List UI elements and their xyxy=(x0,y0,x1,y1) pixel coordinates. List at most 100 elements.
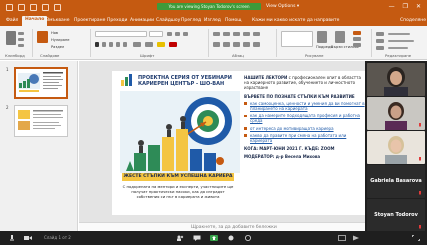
underline-icon[interactable] xyxy=(109,42,113,47)
present-icon[interactable] xyxy=(54,3,61,11)
paragraph-group xyxy=(211,29,273,54)
participant-video xyxy=(367,131,425,164)
quick-access-toolbar xyxy=(6,3,61,11)
slideshow-icon[interactable] xyxy=(352,235,360,241)
participants-icon[interactable] xyxy=(176,235,184,241)
maximize-button[interactable]: ❐ xyxy=(403,3,408,11)
shape-outline-icon[interactable] xyxy=(353,37,361,41)
save-icon[interactable] xyxy=(18,3,25,11)
font-name-select[interactable] xyxy=(95,31,147,37)
screen-share-banner: You are viewing Stoyan Todorov's screen xyxy=(157,3,261,10)
clear-format-icon[interactable] xyxy=(183,32,188,36)
chat-icon[interactable] xyxy=(193,235,201,241)
tab-view[interactable]: Изглед xyxy=(204,17,221,24)
tab-help[interactable]: Помощ xyxy=(225,17,242,24)
format-painter-icon[interactable] xyxy=(18,44,24,47)
shape-fill-icon[interactable] xyxy=(353,31,361,35)
copy-icon[interactable] xyxy=(18,38,24,41)
strikethrough-icon[interactable] xyxy=(116,42,120,47)
tab-file[interactable]: Файл xyxy=(6,17,18,24)
participant-video-tile[interactable] xyxy=(367,131,425,164)
quick-styles-icon[interactable] xyxy=(335,31,345,43)
thumbnail-number: 2 xyxy=(6,105,9,110)
increase-indent-icon[interactable] xyxy=(243,32,250,36)
arrange-icon[interactable] xyxy=(317,31,327,43)
slide-right-column: НАШИТЕ ЛЕКТОРИ с професионален опит в об… xyxy=(244,75,366,160)
participant-video-tile[interactable] xyxy=(367,97,425,130)
undo-icon[interactable] xyxy=(30,3,37,11)
minimize-button[interactable]: — xyxy=(389,3,395,11)
reset-button[interactable]: Нулиране xyxy=(51,38,70,42)
tab-home[interactable]: Начало xyxy=(22,16,48,26)
shape-effects-icon[interactable] xyxy=(353,43,361,47)
replace-icon[interactable] xyxy=(376,39,384,43)
tab-transitions[interactable]: Преходи xyxy=(107,17,127,24)
cut-icon[interactable] xyxy=(18,32,24,35)
replace-label xyxy=(388,40,414,42)
numbering-icon[interactable] xyxy=(223,32,230,36)
tab-insert[interactable]: Вмъкване xyxy=(46,17,70,24)
paragraph-label: Абзац xyxy=(232,53,244,58)
line-spacing-icon[interactable] xyxy=(253,32,260,36)
tab-slideshow[interactable]: Слайдшоу xyxy=(156,17,180,24)
font-color-icon[interactable] xyxy=(169,42,177,47)
justify-icon[interactable] xyxy=(243,42,250,47)
tab-animations[interactable]: Анимации xyxy=(130,17,154,24)
spacing-icon[interactable] xyxy=(133,42,141,47)
clipboard-group xyxy=(4,29,28,54)
columns-icon[interactable] xyxy=(253,42,260,47)
align-right-icon[interactable] xyxy=(233,42,240,47)
font-group xyxy=(93,29,205,54)
slide-thumbnail-1[interactable] xyxy=(14,67,68,99)
view-options-button[interactable]: View Options ▾ xyxy=(266,3,299,10)
decrease-indent-icon[interactable] xyxy=(233,32,240,36)
italic-icon[interactable] xyxy=(102,42,106,47)
align-center-icon[interactable] xyxy=(223,42,230,47)
font-size-select[interactable] xyxy=(149,31,163,37)
case-icon[interactable] xyxy=(145,42,153,47)
video-camera-icon[interactable] xyxy=(24,235,32,241)
select-icon[interactable] xyxy=(376,46,384,50)
slide-thumbnails-pane: 1 2 xyxy=(0,61,78,231)
share-button[interactable]: Споделяне xyxy=(400,17,426,24)
mic-muted-icon xyxy=(419,123,421,127)
current-slide[interactable]: ПРОЕКТНА СЕРИЯ ОТ УЕБИНАРИ КАРИЕРЕН ЦЕНТ… xyxy=(112,71,368,215)
ribbon-home: Клипборд Нов Нулиране Раздел Слайдове Шр… xyxy=(0,26,427,60)
section-button[interactable]: Раздел xyxy=(51,45,64,49)
mute-icon[interactable] xyxy=(8,235,16,241)
close-button[interactable]: ✕ xyxy=(416,3,421,11)
tab-design[interactable]: Проектиране xyxy=(74,17,105,24)
topic-bullet: от интереса до мотивиращата кариера xyxy=(244,126,366,131)
bullets-icon[interactable] xyxy=(213,32,220,36)
shapes-gallery[interactable] xyxy=(281,31,313,47)
event-when: КОГА: МАРТ-ЮНИ 2021 Г. КЪДЕ: ZOOM xyxy=(244,146,335,152)
record-icon[interactable] xyxy=(227,235,235,241)
bold-icon[interactable] xyxy=(95,42,99,47)
grow-font-icon[interactable] xyxy=(167,32,172,36)
slide-view-icon[interactable] xyxy=(338,235,346,241)
ribbon-divider xyxy=(90,29,91,57)
autosave-icon[interactable] xyxy=(6,3,13,11)
participant-name-tile[interactable]: Stoyan Todorov xyxy=(367,199,425,232)
participant-name: Gabriela Basarova xyxy=(370,178,422,184)
reactions-icon[interactable] xyxy=(244,235,252,241)
share-screen-icon[interactable] xyxy=(210,235,218,241)
editing-group xyxy=(374,29,424,54)
paste-icon[interactable] xyxy=(6,31,16,45)
redo-icon[interactable] xyxy=(42,3,49,11)
tab-review[interactable]: Преглед xyxy=(181,17,201,24)
highlight-color-icon[interactable] xyxy=(157,42,165,47)
shrink-font-icon[interactable] xyxy=(175,32,180,36)
participant-video-tile[interactable] xyxy=(367,63,425,96)
participant-name-tile[interactable]: Gabriela Basarova xyxy=(367,165,425,198)
participant-gallery: Gabriela Basarova Stoyan Todorov xyxy=(365,61,427,232)
new-slide-icon[interactable] xyxy=(37,31,48,43)
layout-button[interactable]: Нов xyxy=(51,31,58,35)
fullscreen-icon[interactable] xyxy=(412,235,420,241)
align-left-icon[interactable] xyxy=(213,42,220,47)
find-icon[interactable] xyxy=(376,32,384,36)
slide-thumbnail-2[interactable] xyxy=(14,105,68,137)
tell-me-search[interactable]: Кажи ми какво искате да направите xyxy=(252,17,339,24)
ribbon-divider xyxy=(32,29,33,57)
shadow-icon[interactable] xyxy=(123,42,127,47)
